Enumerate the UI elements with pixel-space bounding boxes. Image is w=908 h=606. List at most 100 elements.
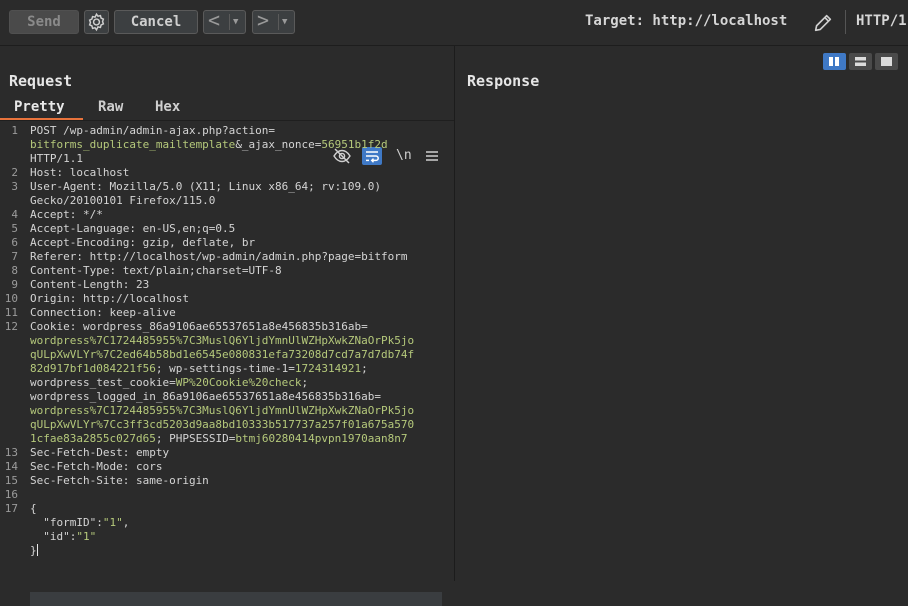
editor-line[interactable]: 16	[0, 488, 454, 502]
split-vertical-button[interactable]	[849, 53, 872, 70]
line-content: Gecko/20100101 Firefox/115.0	[30, 194, 215, 208]
line-content: {	[30, 502, 37, 516]
editor-line[interactable]: }	[0, 544, 454, 558]
line-content: Sec-Fetch-Dest: empty	[30, 446, 169, 460]
editor-line[interactable]: wordpress_test_cookie=WP%20Cookie%20chec…	[0, 376, 454, 390]
code-text: ; wp-settings-time-1=	[155, 362, 295, 375]
tabs-divider	[0, 120, 454, 121]
editor-line[interactable]: 4 Accept: */*	[0, 208, 454, 222]
split-horizontal-button[interactable]	[823, 53, 846, 70]
line-content: wordpress%7C1724485955%7C3MuslQ6YljdYmnU…	[30, 404, 414, 418]
line-content: "id":"1"	[30, 530, 96, 544]
editor-line[interactable]: HTTP/1.1	[0, 152, 454, 166]
forward-button[interactable]: > ▼	[252, 9, 295, 34]
back-button[interactable]: < ▼	[203, 8, 246, 34]
editor-line[interactable]: 9 Content-Length: 23	[0, 278, 454, 292]
editor-line[interactable]: 1 POST /wp-admin/admin-ajax.php?action=	[0, 124, 454, 138]
param-value: btmj60280414pvpn1970aan8n7	[235, 432, 408, 445]
line-number: 12	[4, 320, 18, 333]
editor-line[interactable]: bitforms_duplicate_mailtemplate&_ajax_no…	[0, 138, 454, 152]
code-text: Connection: keep-alive	[30, 306, 176, 319]
editor-line[interactable]: wordpress%7C1724485955%7C3MuslQ6YljdYmnU…	[0, 334, 454, 348]
line-content: Referer: http://localhost/wp-admin/admin…	[30, 250, 408, 264]
param-value: "1"	[76, 530, 97, 543]
line-content: 82d917bf1d084221f56; wp-settings-time-1=…	[30, 362, 368, 376]
editor-line[interactable]: 10 Origin: http://localhost	[0, 292, 454, 306]
split-vertical-icon	[855, 57, 866, 66]
editor-line[interactable]: 12 Cookie: wordpress_86a9106ae65537651a8e…	[0, 320, 454, 334]
editor-line[interactable]: qULpXwVLYr%7Cc3ff3cd5203d9aa8bd10333b517…	[0, 418, 454, 432]
code-text: {	[30, 502, 37, 515]
param-value: wordpress%7C1724485955%7C3MuslQ6YljdYmnU…	[30, 404, 415, 417]
editor-line[interactable]: Gecko/20100101 Firefox/115.0	[0, 194, 454, 208]
line-number: 8	[11, 264, 18, 277]
editor-line[interactable]: 82d917bf1d084221f56; wp-settings-time-1=…	[0, 362, 454, 376]
request-pane: Request Pretty Raw Hex \n 1 POST /wp-admi…	[0, 46, 454, 606]
param-value: "1"	[102, 516, 123, 529]
toolbar-divider	[845, 10, 846, 34]
line-content: User-Agent: Mozilla/5.0 (X11; Linux x86_…	[30, 180, 381, 194]
code-text: POST /wp-admin/admin-ajax.php?action=	[30, 124, 276, 137]
code-text: Cookie: wordpress_86a9106ae65537651a8e45…	[30, 320, 368, 333]
tab-raw[interactable]: Raw	[98, 99, 123, 115]
editor-line[interactable]: 3 User-Agent: Mozilla/5.0 (X11; Linux x86…	[0, 180, 454, 194]
editor-line[interactable]: wordpress%7C1724485955%7C3MuslQ6YljdYmnU…	[0, 404, 454, 418]
code-text: ;	[361, 362, 368, 375]
param-value: 82d917bf1d084221f56	[30, 362, 156, 375]
param-value: wordpress%7C1724485955%7C3MuslQ6YljdYmnU…	[30, 334, 415, 347]
editor-line[interactable]: 1cfae83a2855c027d65; PHPSESSID=btmj60280…	[0, 432, 454, 446]
editor-line[interactable]: "formID":"1",	[0, 516, 454, 530]
editor-line[interactable]: wordpress_logged_in_86a9106ae65537651a8e…	[0, 390, 454, 404]
http-version-label[interactable]: HTTP/1	[856, 13, 907, 29]
line-number: 3	[11, 180, 18, 193]
param-value: WP%20Cookie%20check	[175, 376, 302, 389]
line-content: wordpress_test_cookie=WP%20Cookie%20chec…	[30, 376, 308, 390]
back-arrow-icon: <	[208, 8, 221, 32]
editor-line[interactable]: qULpXwVLYr%7C2ed64b58bd1e6545e080831efa7…	[0, 348, 454, 362]
cancel-button[interactable]: Cancel	[114, 10, 198, 34]
line-number: 5	[11, 222, 18, 235]
line-number: 10	[4, 292, 18, 305]
chevron-down-icon[interactable]: ▼	[282, 11, 287, 33]
line-number: 9	[11, 278, 18, 291]
toolbar: Send Cancel < ▼ > ▼ Target: http://local…	[0, 0, 908, 46]
editor-line[interactable]: 6 Accept-Encoding: gzip, deflate, br	[0, 236, 454, 250]
text-caret	[36, 544, 38, 556]
line-number: 11	[4, 306, 18, 319]
code-text: "id":	[30, 530, 77, 543]
current-line-highlight	[30, 592, 442, 606]
editor-line[interactable]: 17 {	[0, 502, 454, 516]
line-content: HTTP/1.1	[30, 152, 83, 166]
tab-pretty[interactable]: Pretty	[14, 99, 65, 115]
line-content: Content-Length: 23	[30, 278, 149, 292]
editor-line[interactable]: 2 Host: localhost	[0, 166, 454, 180]
code-text: wordpress_test_cookie=	[30, 376, 176, 389]
editor-line[interactable]: 5 Accept-Language: en-US,en;q=0.5	[0, 222, 454, 236]
editor-line[interactable]: 15 Sec-Fetch-Site: same-origin	[0, 474, 454, 488]
code-text: Content-Length: 23	[30, 278, 150, 291]
editor-line[interactable]: 13 Sec-Fetch-Dest: empty	[0, 446, 454, 460]
line-content: qULpXwVLYr%7Cc3ff3cd5203d9aa8bd10333b517…	[30, 418, 414, 432]
editor-line[interactable]: "id":"1"	[0, 530, 454, 544]
line-content: Accept-Encoding: gzip, deflate, br	[30, 236, 255, 250]
chevron-down-icon[interactable]: ▼	[233, 11, 238, 33]
editor-line[interactable]: 14 Sec-Fetch-Mode: cors	[0, 460, 454, 474]
editor-line[interactable]: 7 Referer: http://localhost/wp-admin/admi…	[0, 250, 454, 264]
single-pane-button[interactable]	[875, 53, 898, 70]
code-text: ,	[122, 516, 130, 529]
settings-button[interactable]	[84, 10, 109, 34]
line-number: 13	[4, 446, 18, 459]
editor-line[interactable]: 11 Connection: keep-alive	[0, 306, 454, 320]
line-content: Origin: http://localhost	[30, 292, 189, 306]
edit-target-button[interactable]	[812, 12, 834, 38]
tab-hex[interactable]: Hex	[155, 99, 180, 115]
editor-line[interactable]: 8 Content-Type: text/plain;charset=UTF-8	[0, 264, 454, 278]
line-content: Connection: keep-alive	[30, 306, 176, 320]
line-number: 15	[4, 474, 18, 487]
code-text: Sec-Fetch-Mode: cors	[30, 460, 163, 473]
code-text: User-Agent: Mozilla/5.0 (X11; Linux x86_…	[30, 180, 381, 193]
param-value: qULpXwVLYr%7C2ed64b58bd1e6545e080831efa7…	[30, 348, 415, 361]
send-button[interactable]: Send	[9, 10, 79, 34]
param-value: 1cfae83a2855c027d65	[30, 432, 156, 445]
request-tabs: Pretty Raw Hex \n	[0, 96, 454, 165]
